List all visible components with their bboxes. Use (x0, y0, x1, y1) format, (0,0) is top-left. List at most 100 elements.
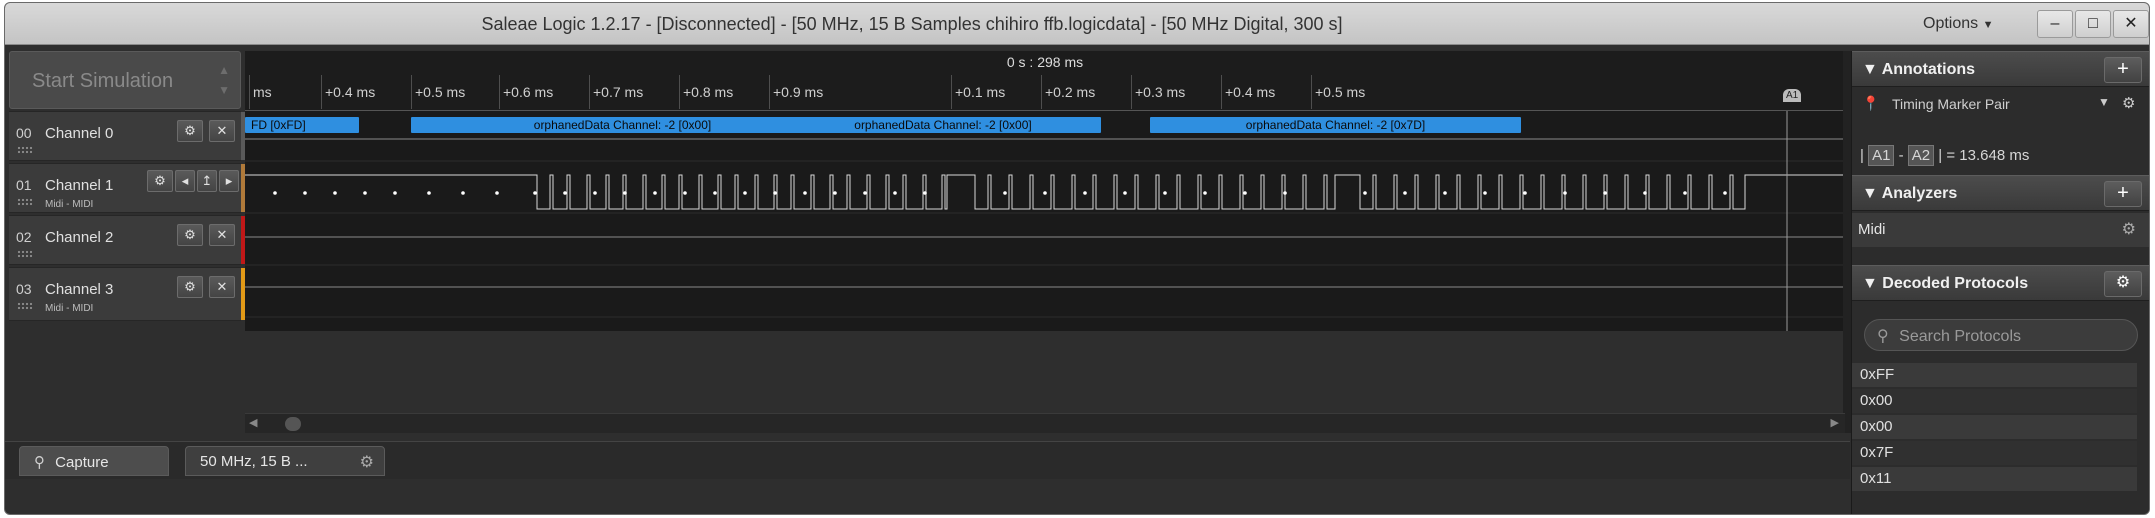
tab-capture[interactable]: ⚲ Capture (19, 446, 169, 476)
decoded-protocols-title: ▼ Decoded Protocols (1862, 275, 2029, 292)
marker-a1[interactable]: A1 (1868, 145, 1895, 166)
next-edge-icon[interactable]: ▸ (219, 170, 239, 192)
decoded-protocol-row[interactable]: 0x00 (1852, 389, 2137, 413)
decode-bubble-label: orphanedData Channel: -2 [0x7D] (1246, 118, 1425, 132)
search-placeholder: Search Protocols (1899, 328, 2022, 345)
timing-marker-row[interactable]: 📍 Timing Marker Pair ▼ ⚙ (1852, 89, 2149, 119)
sample-dot (427, 191, 431, 195)
ruler-tick-line (499, 75, 500, 109)
channel-name[interactable]: Channel 0 (45, 125, 113, 142)
close-icon[interactable]: ✕ (209, 224, 235, 246)
sample-dot (1403, 191, 1407, 195)
analyzers-header[interactable]: ▼ Analyzers + (1852, 175, 2149, 211)
channel-name[interactable]: Channel 2 (45, 229, 113, 246)
chevron-down-icon[interactable]: ▼ (2098, 95, 2110, 109)
decoded-protocols-header[interactable]: ▼ Decoded Protocols ⚙ (1852, 265, 2149, 301)
analyzer-item[interactable]: Midi ⚙ (1852, 213, 2149, 247)
gear-icon[interactable]: ⚙ (2122, 94, 2135, 112)
marker-a2[interactable]: A2 (1907, 145, 1935, 166)
sample-dot (393, 191, 397, 195)
sample-dot (1123, 191, 1127, 195)
time-ruler[interactable]: 0 s : 298 ms ms +0.4 ms +0.5 ms +0.6 ms +0.7… (245, 51, 1845, 111)
decoded-protocol-row[interactable]: 0x00 (1852, 415, 2137, 439)
ruler-tick-line (1311, 75, 1312, 109)
ruler-tick-label: +0.8 ms (683, 84, 734, 100)
close-icon[interactable]: ✕ (209, 120, 235, 142)
sample-dot (893, 191, 897, 195)
pin-icon: 📍 (1862, 95, 1880, 111)
channel-name[interactable]: Channel 1 (45, 177, 113, 194)
gear-icon[interactable]: ⚙ (177, 276, 203, 298)
window-title: Saleae Logic 1.2.17 - [Disconnected] - [… (481, 14, 1343, 34)
decoded-protocol-row[interactable]: 0x11 (1852, 467, 2137, 491)
drag-handle-icon[interactable] (17, 146, 33, 154)
sample-dot (1643, 191, 1647, 195)
sample-dot (533, 191, 537, 195)
ruler-tick-label: +0.9 ms (773, 84, 824, 100)
gear-icon[interactable]: ⚙ (360, 452, 374, 472)
search-icon: ⚲ (34, 454, 45, 471)
ruler-tick-label: +0.4 ms (325, 84, 376, 100)
analyzers-title: ▼ Analyzers (1862, 185, 1958, 202)
drag-handle-icon[interactable] (17, 302, 33, 310)
vertical-scrollbar[interactable] (1843, 51, 1851, 433)
trigger-edge-icon[interactable]: ↥ (197, 170, 217, 192)
prev-edge-icon[interactable]: ◂ (175, 170, 195, 192)
marker-measurement: | A1 - A2 | = 13.648 ms (1860, 145, 2030, 166)
sample-dot (623, 191, 627, 195)
sample-dot (1483, 191, 1487, 195)
channel-number: 02 (16, 229, 32, 245)
drag-handle-icon[interactable] (17, 250, 33, 258)
waveform-svg: FD [0xFD] orphanedData Channel: -2 [0x00]… (245, 111, 1845, 331)
ruler-tick-label: +0.4 ms (1225, 84, 1276, 100)
gear-icon[interactable]: ⚙ (177, 224, 203, 246)
marker-flag[interactable]: A1 (1783, 89, 1802, 102)
gear-icon[interactable]: ⚙ (177, 120, 203, 142)
start-simulation-label: Start Simulation (32, 70, 174, 92)
tab-session[interactable]: 50 MHz, 15 B ... ⚙ (185, 446, 385, 476)
close-button[interactable]: ✕ (2113, 10, 2149, 38)
sample-dot (923, 191, 927, 195)
start-simulation-button[interactable]: Start Simulation ▲ ▼ (9, 51, 241, 109)
decode-bubble-label: FD [0xFD] (251, 118, 306, 132)
tab-label: 50 MHz, 15 B ... (200, 453, 308, 470)
sample-dot (1163, 191, 1167, 195)
channel-row-3[interactable]: 03 Channel 3 Midi - MIDI ⚙ ✕ (9, 267, 247, 321)
sample-dot (1283, 191, 1287, 195)
decoded-settings-button[interactable]: ⚙ (2104, 271, 2142, 297)
bottom-tab-bar: ⚲ Capture 50 MHz, 15 B ... ⚙ (5, 441, 1850, 479)
ruler-tick-line (1041, 75, 1042, 109)
sample-dot (333, 191, 337, 195)
decoded-protocol-row[interactable]: 0x7F (1852, 441, 2137, 465)
ruler-tick-line (411, 75, 412, 109)
sample-dot (1203, 191, 1207, 195)
search-protocols-input[interactable]: ⚲ Search Protocols (1864, 319, 2138, 351)
close-icon[interactable]: ✕ (209, 276, 235, 298)
options-menu[interactable]: Options ▼ (1923, 15, 1993, 33)
scroll-right-icon[interactable]: ▶ (1831, 416, 1839, 429)
scroll-left-icon[interactable]: ◀ (249, 416, 257, 429)
sample-dot (461, 191, 465, 195)
ruler-tick-line (951, 75, 952, 109)
drag-handle-icon[interactable] (17, 198, 33, 206)
add-analyzer-button[interactable]: + (2104, 181, 2142, 207)
waveform-area[interactable]: FD [0xFD] orphanedData Channel: -2 [0x00]… (245, 111, 1845, 331)
gear-icon[interactable]: ⚙ (2122, 219, 2136, 239)
sample-dot (743, 191, 747, 195)
sample-dot (773, 191, 777, 195)
channel-name[interactable]: Channel 3 (45, 281, 113, 298)
sample-dot (273, 191, 277, 195)
annotations-header[interactable]: ▼ Annotations + (1852, 51, 2149, 87)
horizontal-scrollbar[interactable]: ◀ ▶ (245, 413, 1845, 433)
scroll-thumb[interactable] (285, 417, 301, 431)
channel-row-1[interactable]: 01 Channel 1 Midi - MIDI ⚙ ◂ ↥ ▸ (9, 163, 247, 213)
add-annotation-button[interactable]: + (2104, 57, 2142, 83)
minimize-button[interactable]: – (2037, 10, 2073, 38)
channel-row-2[interactable]: 02 Channel 2 ⚙ ✕ (9, 215, 247, 265)
maximize-button[interactable]: □ (2075, 10, 2111, 38)
gear-icon[interactable]: ⚙ (147, 170, 173, 192)
channel-row-0[interactable]: 00 Channel 0 ⚙ ✕ (9, 111, 247, 161)
spinner-arrows-icon[interactable]: ▲ ▼ (218, 60, 230, 100)
decoded-protocol-row[interactable]: 0xFF (1852, 363, 2137, 387)
sample-dot (495, 191, 499, 195)
